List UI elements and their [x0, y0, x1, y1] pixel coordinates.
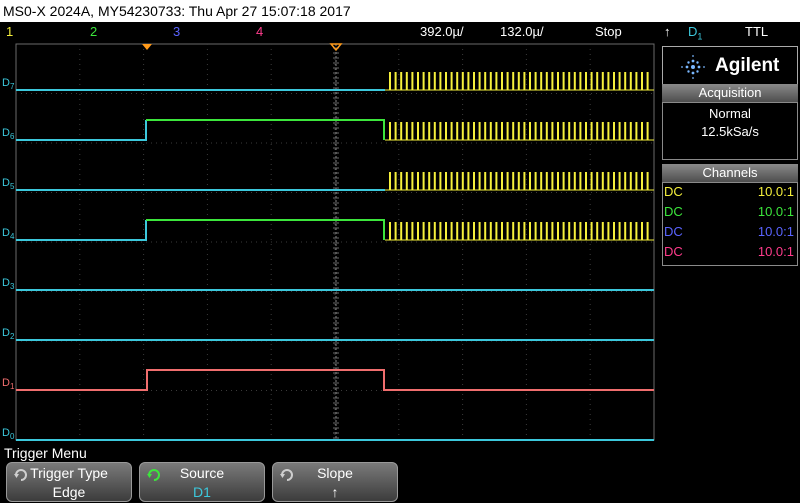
- digital-label-D3[interactable]: D3: [2, 277, 15, 291]
- channel-probe-ratio: 10.0:1: [757, 204, 794, 219]
- run-state: Stop: [595, 24, 622, 39]
- slope-softkey[interactable]: Slope ↑: [272, 462, 398, 502]
- timebase-readout: 392.0µ/: [420, 24, 464, 39]
- digital-label-D7[interactable]: D7: [2, 77, 15, 91]
- trigger-level-readout: TTL: [745, 24, 769, 39]
- digital-label-D0[interactable]: D0: [2, 427, 15, 441]
- channel-3-indicator[interactable]: 3: [173, 24, 180, 39]
- brand-logo: Agilent: [662, 46, 798, 86]
- softkey-menu-bar: Trigger Menu Trigger Type Edge Source D1…: [0, 444, 800, 503]
- acquisition-mode: Normal: [709, 106, 751, 121]
- trigger-slope-icon: ↑: [664, 24, 671, 39]
- spark-logo-icon: [681, 55, 705, 79]
- digital-label-D6[interactable]: D6: [2, 127, 15, 141]
- waveform-display: D7 D6 D5 D4 D3 D2 D1 D0: [2, 43, 655, 441]
- trigger-source-readout: D1: [688, 24, 703, 42]
- menu-title: Trigger Menu: [4, 445, 87, 461]
- digital-label-D5[interactable]: D5: [2, 177, 15, 191]
- channel-4-indicator[interactable]: 4: [256, 24, 263, 39]
- channel-coupling: DC: [664, 184, 683, 199]
- right-info-panel: Agilent Acquisition Normal 12.5kSa/s Cha…: [660, 42, 800, 444]
- channel-1-indicator[interactable]: 1: [6, 24, 13, 39]
- acquisition-panel: Normal 12.5kSa/s: [662, 102, 798, 160]
- trace-D5-pulses: [385, 172, 654, 191]
- channel-probe-ratio: 10.0:1: [757, 224, 794, 239]
- channel-probe-ratio: 10.0:1: [757, 184, 794, 199]
- channel-probe-ratio: 10.0:1: [757, 244, 794, 259]
- digital-label-D1[interactable]: D1: [2, 377, 15, 391]
- softkey-value: D1: [193, 484, 211, 500]
- softkey-value: ↑: [331, 484, 339, 500]
- trace-D6-pulses: [385, 122, 654, 141]
- sample-rate: 12.5kSa/s: [701, 124, 759, 139]
- graticule-grid: [15, 43, 655, 441]
- softkey-value: Edge: [52, 484, 86, 500]
- channel-row: DC 10.0:1: [664, 242, 794, 262]
- trace-D4-pulses: [385, 222, 654, 241]
- delay-readout: 132.0µ/: [500, 24, 544, 39]
- channel-2-indicator[interactable]: 2: [90, 24, 97, 39]
- source-softkey[interactable]: Source D1: [139, 462, 265, 502]
- channel-row: DC 10.0:1: [664, 222, 794, 242]
- trace-D6-high: [146, 119, 385, 140]
- window-title: MS0-X 2024A, MY54230733: Thu Apr 27 15:0…: [0, 0, 800, 22]
- softkey-label: Source: [179, 465, 225, 481]
- brand-name: Agilent: [715, 55, 780, 76]
- trace-D4-low: [16, 220, 147, 241]
- channel-row: DC 10.0:1: [664, 202, 794, 222]
- status-bar: 1 2 3 4 392.0µ/ 132.0µ/ Stop ↑ D1 TTL: [0, 22, 800, 42]
- channel-coupling: DC: [664, 244, 683, 259]
- channel-row: DC 10.0:1: [664, 182, 794, 202]
- trigger-type-softkey[interactable]: Trigger Type Edge: [6, 462, 132, 502]
- digital-label-D4[interactable]: D4: [2, 227, 15, 241]
- digital-label-D2[interactable]: D2: [2, 327, 15, 341]
- channels-header: Channels: [662, 164, 798, 182]
- channel-coupling: DC: [664, 224, 683, 239]
- acquisition-header: Acquisition: [662, 84, 798, 102]
- softkey-label: Slope: [317, 465, 353, 481]
- channel-coupling: DC: [664, 204, 683, 219]
- trace-D7-pulses: [385, 72, 654, 91]
- softkey-label: Trigger Type: [30, 465, 108, 481]
- trace-D4-high: [146, 219, 385, 240]
- digital-channel-labels: D7 D6 D5 D4 D3 D2 D1 D0: [2, 77, 15, 441]
- trace-D6-low: [16, 120, 147, 141]
